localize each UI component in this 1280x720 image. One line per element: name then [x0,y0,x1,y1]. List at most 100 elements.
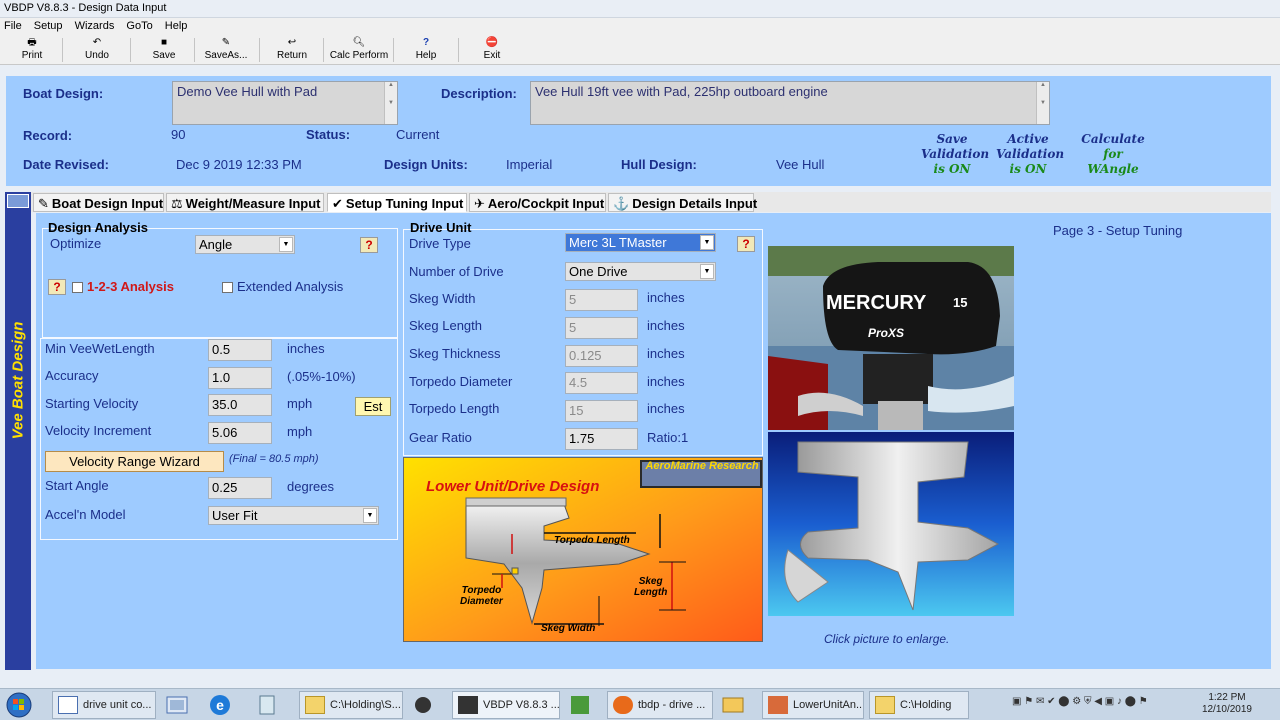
optimize-help-button[interactable]: ? [360,237,378,253]
taskbar: drive unit co... e C:\Holding\S... VBDP … [0,688,1280,720]
velocity-increment-input[interactable]: 5.06 [208,422,272,444]
skeg-thickness-label: Skeg Thickness [409,346,501,361]
skeg-width-input[interactable]: 5 [565,289,638,311]
estimate-button[interactable]: Est [355,397,391,416]
taskbar-item-vbdp[interactable]: VBDP V8.8.3 ... [452,691,560,719]
accuracy-label: Accuracy [45,368,99,383]
folder-shortcut-icon[interactable] [162,692,196,718]
optimize-label: Optimize [50,236,102,251]
tab-design-details-input[interactable]: ⚓ Design Details Input [608,193,757,212]
floppy-icon: ■ [160,37,168,48]
description-field[interactable]: Vee Hull 19ft vee with Pad, 225hp outboa… [530,81,1050,125]
start-angle-label: Start Angle [45,478,109,493]
engine-photo[interactable]: MERCURY 15 ProXS [768,246,1014,430]
memo-scrollbar[interactable]: ▲ ▼ [1036,82,1049,124]
description-label: Description: [441,86,517,101]
spreadsheet-icon[interactable] [565,692,599,718]
boat-logo-icon [7,194,29,208]
tab-aero-cockpit-input[interactable]: ✈ Aero/Cockpit Input [469,193,606,212]
boat-design-field[interactable]: Demo Vee Hull with Pad ▲ ▼ [172,81,398,125]
engine-model: ProXS [868,326,905,340]
menu-setup[interactable]: Setup [34,20,63,32]
taskbar-item-holding[interactable]: C:\Holding [869,691,969,719]
menu-wizards[interactable]: Wizards [75,20,115,32]
taskbar-item-lowerunit[interactable]: LowerUnitAn... [762,691,864,719]
print-button[interactable]: 🖶 Print [10,36,54,64]
analysis-123-checkbox[interactable] [72,282,83,293]
calculate-wangle-badge[interactable]: Calculate for WAngle [1081,132,1145,177]
drive-type-select[interactable]: Merc 3L TMaster ▼ [565,233,716,252]
extended-analysis-checkbox[interactable] [222,282,233,293]
tab-weight-measure-input[interactable]: ⚖ Weight/Measure Input [166,193,324,212]
system-tray[interactable]: ▣ ⚑ ✉ ✔ ⬤ ⚙ ⛨ ◀ ▣ ♪ ⬤ ⚑ [1012,696,1202,714]
skeg-length-input[interactable]: 5 [565,317,638,339]
vertical-title: Vee Boat Design [9,321,27,440]
gear-ratio-input[interactable]: 1.75 [565,428,638,450]
save-validation-badge[interactable]: Save Validation is ON [921,132,989,177]
torpedo-diameter-annotation: Torpedo Diameter [460,585,503,607]
torpedo-length-label: Torpedo Length [409,401,500,416]
taskbar-item-folder[interactable]: C:\Holding\S... [299,691,403,719]
menu-help[interactable]: Help [165,20,188,32]
velocity-increment-label: Velocity Increment [45,423,152,438]
acceleration-model-label: Accel'n Model [45,507,126,522]
vbdp-icon [458,696,478,714]
taskbar-item-word[interactable]: drive unit co... [52,691,156,719]
save-button[interactable]: ■ Save [142,36,186,64]
question-icon: ? [422,37,430,48]
calc-perform-button[interactable]: 🔍︎ Calc Perform [327,36,391,64]
min-veewetlength-input[interactable]: 0.5 [208,339,272,361]
record-label: Record: [23,128,73,143]
date-revised-value: Dec 9 2019 12:33 PM [176,157,302,172]
undo-icon: ↶ [92,37,102,48]
chevron-down-icon[interactable]: ▼ [700,264,714,279]
chevron-down-icon[interactable]: ▼ [363,508,377,523]
chevron-down-icon[interactable]: ▼ [279,237,293,252]
page-label: Page 3 - Setup Tuning [1053,223,1183,238]
skeg-thickness-input[interactable]: 0.125 [565,345,638,367]
title-bar: VBDP V8.8.3 - Design Data Input [0,0,1280,18]
image-icon [768,696,788,714]
clock[interactable]: 1:22 PM 12/10/2019 [1202,692,1252,716]
exit-button[interactable]: ⛔ Exit [470,36,514,64]
optimize-select[interactable]: Angle ▼ [195,235,295,254]
accuracy-input[interactable]: 1.0 [208,367,272,389]
menu-bar: File Setup Wizards GoTo Help [0,18,1280,35]
gear-ratio-label: Gear Ratio [409,430,472,445]
taskbar-item-firefox[interactable]: tbdp - drive ... [607,691,713,719]
tab-setup-tuning-input[interactable]: ✔ Setup Tuning Input [327,193,467,212]
memo-scrollbar[interactable]: ▲ ▼ [384,82,397,124]
velocity-range-wizard-button[interactable]: Velocity Range Wizard [45,451,224,472]
chevron-down-icon[interactable]: ▼ [700,235,714,250]
torpedo-diameter-input[interactable]: 4.5 [565,372,638,394]
app-shortcut-icon[interactable] [408,692,442,718]
drive-type-help-button[interactable]: ? [737,236,755,252]
help-button[interactable]: ? Help [404,36,448,64]
record-value: 90 [171,127,186,142]
tab-boat-design-input[interactable]: ✎ Boat Design Input [33,193,164,212]
lower-unit-photo[interactable] [768,432,1014,616]
number-of-drive-select[interactable]: One Drive ▼ [565,262,716,281]
firefox-icon [613,696,633,714]
analysis-help-button[interactable]: ? [48,279,66,295]
starting-velocity-input[interactable]: 35.0 [208,394,272,416]
start-button[interactable] [4,692,38,718]
menu-file[interactable]: File [4,20,22,32]
return-button[interactable]: ↩ Return [268,36,316,64]
toolbar: 🖶 Print ↶ Undo ■ Save ✎ SaveAs... ↩ Retu… [0,35,1280,65]
torpedo-length-input[interactable]: 15 [565,400,638,422]
active-validation-badge[interactable]: Active Validation is ON [996,132,1064,177]
velocity-increment-unit: mph [287,424,313,439]
saveas-button[interactable]: ✎ SaveAs... [200,36,252,64]
menu-goto[interactable]: GoTo [126,20,152,32]
mail-icon[interactable] [718,692,752,718]
internet-explorer-icon[interactable]: e [205,692,239,718]
acceleration-model-select[interactable]: User Fit ▼ [208,506,379,525]
lower-unit-diagram[interactable]: Lower Unit/Drive Design AeroMarine Resea… [403,457,763,642]
undo-button[interactable]: ↶ Undo [75,36,119,64]
enlarge-caption: Click picture to enlarge. [824,632,950,646]
start-angle-input[interactable]: 0.25 [208,477,272,499]
notepad-icon[interactable] [252,692,286,718]
document-icon [58,696,78,714]
design-units-label: Design Units: [384,157,468,172]
